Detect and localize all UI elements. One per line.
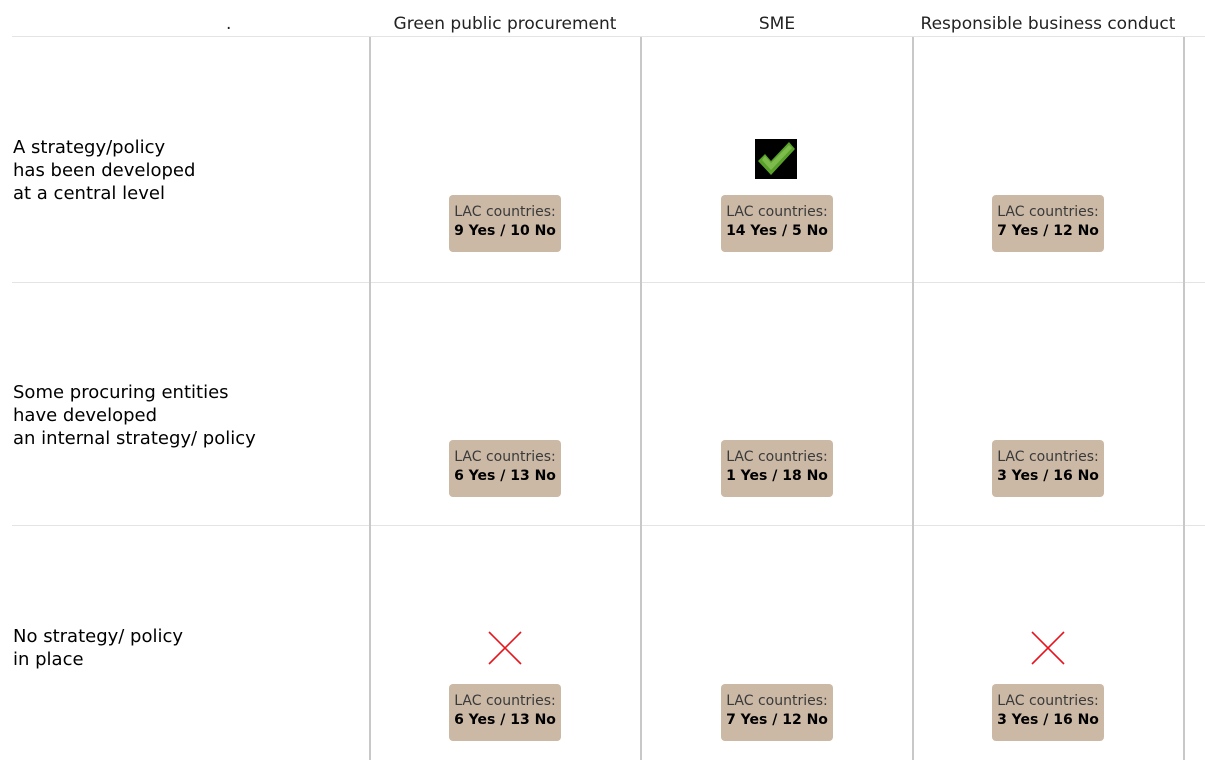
badge-counts: 7 Yes / 12 No (997, 223, 1099, 239)
check-icon (755, 139, 797, 179)
count-badge: LAC countries: 6 Yes / 13 No (449, 684, 561, 741)
column-divider-2 (640, 37, 642, 760)
badge-prefix: LAC countries: (454, 204, 556, 220)
count-badge: LAC countries: 9 Yes / 10 No (449, 195, 561, 252)
badge-counts: 1 Yes / 18 No (726, 468, 828, 484)
column-header-responsible-business-conduct: Responsible business conduct (920, 14, 1176, 34)
row-label-line: in place (13, 649, 84, 670)
column-divider-1 (369, 37, 371, 760)
row-label-line: Some procuring entities (13, 382, 229, 403)
row-label-internal-strategy: Some procuring entities have developed a… (13, 381, 353, 450)
count-badge: LAC countries: 3 Yes / 16 No (992, 440, 1104, 497)
badge-counts: 3 Yes / 16 No (997, 468, 1099, 484)
row-label-central-level: A strategy/policy has been developed at … (13, 136, 353, 205)
badge-prefix: LAC countries: (726, 693, 828, 709)
row-divider-1 (12, 282, 1205, 283)
row-label-line: have developed (13, 405, 158, 426)
row-label-line: has been developed (13, 160, 196, 181)
row-label-line: A strategy/policy (13, 137, 166, 158)
header-divider (12, 36, 1205, 37)
badge-prefix: LAC countries: (997, 449, 1099, 465)
cross-icon (1031, 631, 1065, 665)
badge-prefix: LAC countries: (454, 449, 556, 465)
badge-counts: 9 Yes / 10 No (454, 223, 556, 239)
column-header-sme: SME (758, 14, 796, 34)
badge-counts: 3 Yes / 16 No (997, 712, 1099, 728)
badge-counts: 7 Yes / 12 No (726, 712, 828, 728)
column-header-green-public-procurement: Green public procurement (393, 14, 617, 34)
badge-prefix: LAC countries: (726, 449, 828, 465)
count-badge: LAC countries: 7 Yes / 12 No (721, 684, 833, 741)
column-divider-4 (1183, 37, 1185, 760)
row-label-line: at a central level (13, 183, 165, 204)
row-label-line: No strategy/ policy (13, 626, 184, 647)
count-badge: LAC countries: 3 Yes / 16 No (992, 684, 1104, 741)
row-label-line: an internal strategy/ policy (13, 428, 256, 449)
corner-header: . (226, 14, 232, 34)
cross-icon (488, 631, 522, 665)
badge-prefix: LAC countries: (726, 204, 828, 220)
badge-counts: 6 Yes / 13 No (454, 712, 556, 728)
badge-counts: 6 Yes / 13 No (454, 468, 556, 484)
badge-counts: 14 Yes / 5 No (726, 223, 828, 239)
count-badge: LAC countries: 1 Yes / 18 No (721, 440, 833, 497)
row-divider-2 (12, 525, 1205, 526)
count-badge: LAC countries: 6 Yes / 13 No (449, 440, 561, 497)
count-badge: LAC countries: 7 Yes / 12 No (992, 195, 1104, 252)
badge-prefix: LAC countries: (997, 204, 1099, 220)
badge-prefix: LAC countries: (997, 693, 1099, 709)
count-badge: LAC countries: 14 Yes / 5 No (721, 195, 833, 252)
row-label-no-strategy: No strategy/ policy in place (13, 625, 353, 671)
column-divider-3 (912, 37, 914, 760)
badge-prefix: LAC countries: (454, 693, 556, 709)
